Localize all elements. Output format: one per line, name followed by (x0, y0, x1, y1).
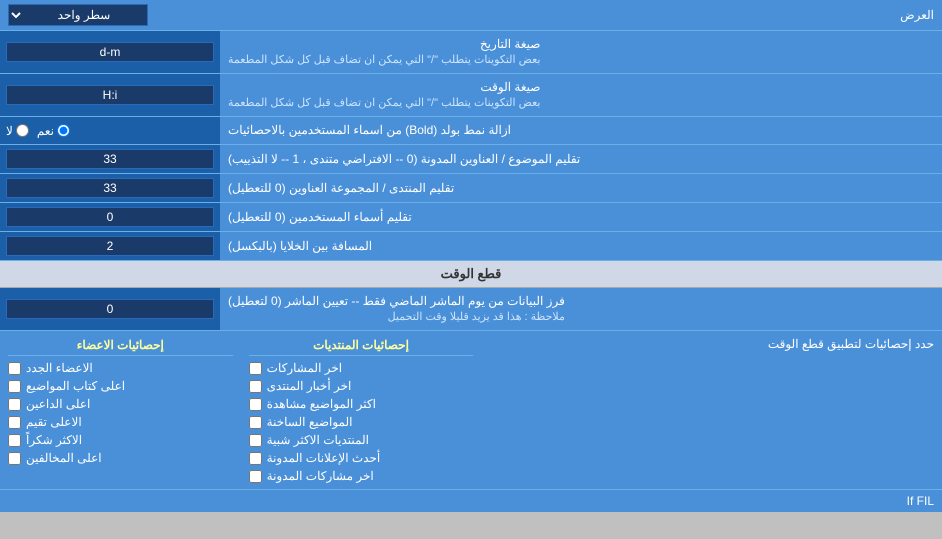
cb-last-posts-input[interactable] (249, 362, 262, 375)
cb-top-rated-input[interactable] (8, 416, 21, 429)
col2-header: إحصائيات المنتديات (249, 335, 474, 356)
cb-blog-posts-input[interactable] (249, 470, 262, 483)
usernames-trim-row: تقليم أسماء المستخدمين (0 للتعطيل) (0, 203, 942, 232)
cb-most-viewed: اكثر المواضيع مشاهدة (249, 395, 474, 413)
main-container: العرض سطر واحدسطرانثلاثة أسطر صيغة التار… (0, 0, 942, 512)
usernames-trim-input-container (0, 203, 220, 231)
date-format-row: صيغة التاريخ بعض التكوينات يتطلب "/" الت… (0, 31, 942, 74)
cb-most-thankful-input[interactable] (8, 434, 21, 447)
forum-group-input[interactable] (6, 178, 214, 198)
cb-new-members: الاعضاء الجدد (8, 359, 233, 377)
top-label: العرض (148, 8, 934, 22)
remove-bold-row: ازالة نمط بولد (Bold) من اسماء المستخدمي… (0, 117, 942, 145)
cutoff-section-header: قطع الوقت (0, 261, 942, 288)
usernames-trim-input[interactable] (6, 207, 214, 227)
checkboxes-col2: إحصائيات المنتديات اخر المشاركات اخر أخب… (241, 331, 482, 489)
checkboxes-col3 (481, 331, 722, 489)
cb-last-posts: اخر المشاركات (249, 359, 474, 377)
cb-latest-announcements: أحدث الإعلانات المدونة (249, 449, 474, 467)
remove-bold-radio-group: نعم لا (6, 124, 70, 138)
radio-no-label[interactable]: لا (6, 124, 29, 138)
cb-top-inviters-input[interactable] (8, 398, 21, 411)
space-between-label: المسافة بين الخلايا (بالبكسل) (220, 232, 942, 260)
space-between-input[interactable] (6, 236, 214, 256)
space-between-row: المسافة بين الخلايا (بالبكسل) (0, 232, 942, 261)
cb-most-viewed-input[interactable] (249, 398, 262, 411)
remove-bold-radio-container: نعم لا (0, 117, 220, 144)
forum-group-label: تقليم المنتدى / المجموعة العناوين (0 للت… (220, 174, 942, 202)
cutoff-input-container (0, 288, 220, 330)
date-format-label: صيغة التاريخ بعض التكوينات يتطلب "/" الت… (220, 31, 942, 73)
checkboxes-section: حدد إحصائيات لتطبيق قطع الوقت إحصائيات ا… (0, 331, 942, 490)
cb-most-thankful: الاكثر شكراً (8, 431, 233, 449)
topic-addr-input[interactable] (6, 149, 214, 169)
time-format-label: صيغة الوقت بعض التكوينات يتطلب "/" التي … (220, 74, 942, 116)
cb-top-inviters: اعلى الداعين (8, 395, 233, 413)
time-format-row: صيغة الوقت بعض التكوينات يتطلب "/" التي … (0, 74, 942, 117)
topic-addr-row: تقليم الموضوع / العناوين المدونة (0 -- ا… (0, 145, 942, 174)
cb-most-similar-input[interactable] (249, 434, 262, 447)
col1-header: إحصائيات الاعضاء (8, 335, 233, 356)
if-fil-row: If FIL (0, 490, 942, 512)
forum-group-input-container (0, 174, 220, 202)
radio-no-text: لا (6, 124, 13, 138)
cb-hot-topics-input[interactable] (249, 416, 262, 429)
checkboxes-col1: إحصائيات الاعضاء الاعضاء الجدد اعلى كتاب… (0, 331, 241, 489)
cb-new-members-input[interactable] (8, 362, 21, 375)
radio-no[interactable] (16, 124, 29, 137)
remove-bold-label: ازالة نمط بولد (Bold) من اسماء المستخدمي… (220, 117, 942, 144)
if-fil-text: If FIL (907, 494, 934, 508)
time-format-input[interactable] (6, 85, 214, 105)
cb-hot-topics: المواضيع الساخنة (249, 413, 474, 431)
top-row: العرض سطر واحدسطرانثلاثة أسطر (0, 0, 942, 31)
apply-label: حدد إحصائيات لتطبيق قطع الوقت (722, 331, 942, 357)
date-format-input-container (0, 31, 220, 73)
cb-forum-news: اخر أخبار المنتدى (249, 377, 474, 395)
cb-top-violators: اعلى المخالفين (8, 449, 233, 467)
display-select[interactable]: سطر واحدسطرانثلاثة أسطر (8, 4, 148, 26)
time-format-input-container (0, 74, 220, 116)
radio-yes-text: نعم (37, 124, 54, 138)
topic-addr-label: تقليم الموضوع / العناوين المدونة (0 -- ا… (220, 145, 942, 173)
radio-yes-label[interactable]: نعم (37, 124, 70, 138)
cutoff-label: فرز البيانات من يوم الماشر الماضي فقط --… (220, 288, 942, 330)
cb-most-similar: المنتديات الاكثر شبية (249, 431, 474, 449)
radio-yes[interactable] (57, 124, 70, 137)
cb-top-topic-writers-input[interactable] (8, 380, 21, 393)
topic-addr-input-container (0, 145, 220, 173)
cb-latest-announcements-input[interactable] (249, 452, 262, 465)
checkbox-columns: إحصائيات المنتديات اخر المشاركات اخر أخب… (0, 331, 722, 489)
cb-blog-posts: اخر مشاركات المدونة (249, 467, 474, 485)
space-between-input-container (0, 232, 220, 260)
cb-forum-news-input[interactable] (249, 380, 262, 393)
cb-top-rated: الاعلى تقيم (8, 413, 233, 431)
date-format-input[interactable] (6, 42, 214, 62)
cb-top-topic-writers: اعلى كتاب المواضيع (8, 377, 233, 395)
forum-group-row: تقليم المنتدى / المجموعة العناوين (0 للت… (0, 174, 942, 203)
cb-top-violators-input[interactable] (8, 452, 21, 465)
cutoff-row: فرز البيانات من يوم الماشر الماضي فقط --… (0, 288, 942, 331)
usernames-trim-label: تقليم أسماء المستخدمين (0 للتعطيل) (220, 203, 942, 231)
cutoff-input[interactable] (6, 299, 214, 319)
